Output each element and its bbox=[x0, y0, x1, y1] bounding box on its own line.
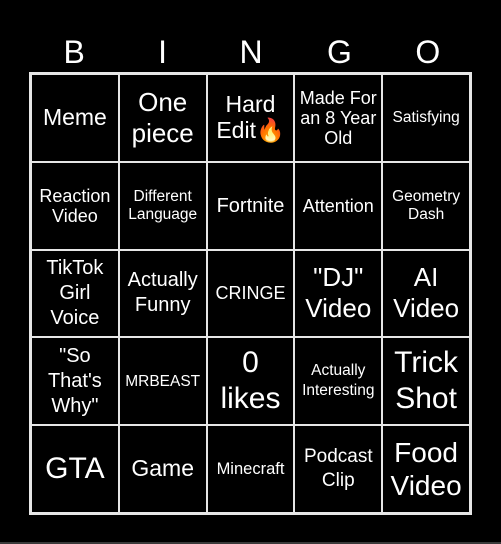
header-letter-g: G bbox=[326, 34, 352, 70]
bingo-cell[interactable]: One piece bbox=[118, 74, 207, 162]
cell-label: Actually Funny bbox=[127, 269, 198, 317]
cell-label: MRBEAST bbox=[125, 372, 201, 390]
bingo-cell[interactable]: Attention bbox=[294, 161, 383, 250]
bingo-cell[interactable]: Actually Funny bbox=[118, 249, 207, 338]
bingo-cell[interactable]: 0 likes bbox=[206, 337, 295, 426]
cell-label: Hard Edit🔥 bbox=[216, 91, 285, 143]
bingo-cell[interactable]: Meme bbox=[31, 74, 119, 162]
cell-label: Game bbox=[131, 455, 195, 482]
bingo-cell[interactable]: Geometry Dash bbox=[382, 161, 470, 250]
cell-label: "So That's Why" bbox=[47, 344, 102, 417]
cell-label: Fortnite bbox=[216, 194, 285, 217]
cell-label: Minecraft bbox=[216, 459, 285, 478]
cell-label: GTA bbox=[45, 452, 105, 486]
cell-label: One piece bbox=[131, 86, 194, 148]
bingo-board: Meme One piece Hard Edit🔥 Made For an 8 … bbox=[29, 72, 472, 515]
cell-label: Trick Shot bbox=[394, 346, 459, 416]
bingo-cell[interactable]: Hard Edit🔥 bbox=[206, 74, 295, 162]
bingo-cell[interactable]: Minecraft bbox=[206, 425, 295, 513]
cell-label: Geometry Dash bbox=[392, 188, 461, 223]
cell-label: Actually Interesting bbox=[302, 362, 375, 400]
cell-label: AI Video bbox=[393, 262, 460, 324]
header-letter-i: I bbox=[158, 34, 168, 70]
cell-label: 0 likes bbox=[220, 346, 281, 416]
bingo-cell[interactable]: TikTok Girl Voice bbox=[31, 249, 119, 338]
bingo-cell[interactable]: Game bbox=[118, 425, 207, 513]
bingo-cell[interactable]: Trick Shot bbox=[382, 337, 470, 426]
bingo-cell[interactable]: Podcast Clip bbox=[294, 425, 383, 513]
cell-label: Attention bbox=[302, 195, 374, 216]
bingo-cell[interactable]: Different Language bbox=[118, 161, 207, 250]
bingo-cell[interactable]: Made For an 8 Year Old bbox=[294, 74, 383, 162]
cell-label: Meme bbox=[42, 104, 107, 131]
bingo-header: B I N G O bbox=[30, 32, 472, 72]
bingo-cell[interactable]: Fortnite bbox=[206, 161, 295, 250]
cell-label: Satisfying bbox=[392, 109, 460, 127]
bingo-cell[interactable]: MRBEAST bbox=[118, 337, 207, 426]
cell-label: Reaction Video bbox=[39, 185, 111, 226]
header-letter-b: B bbox=[63, 34, 85, 70]
cell-label: CRINGE bbox=[215, 283, 286, 304]
bingo-cell[interactable]: Food Video bbox=[382, 425, 470, 513]
bingo-cell[interactable]: Actually Interesting bbox=[294, 337, 383, 426]
bingo-cell[interactable]: GTA bbox=[31, 425, 119, 513]
cell-label: "DJ" Video bbox=[305, 262, 372, 324]
cell-label: Podcast Clip bbox=[303, 446, 373, 492]
cell-label: Different Language bbox=[128, 188, 198, 223]
header-letter-n: N bbox=[239, 34, 263, 70]
bingo-cell[interactable]: "DJ" Video bbox=[294, 249, 383, 338]
bingo-cell[interactable]: AI Video bbox=[382, 249, 470, 338]
header-letter-o: O bbox=[415, 34, 441, 70]
bingo-cell[interactable]: Reaction Video bbox=[31, 161, 119, 250]
cell-label: Made For an 8 Year Old bbox=[299, 87, 377, 148]
bingo-cell[interactable]: "So That's Why" bbox=[31, 337, 119, 426]
bingo-cell[interactable]: CRINGE bbox=[206, 249, 295, 338]
cell-label: TikTok Girl Voice bbox=[46, 256, 104, 329]
bingo-cell[interactable]: Satisfying bbox=[382, 74, 470, 162]
cell-label: Food Video bbox=[390, 436, 462, 502]
